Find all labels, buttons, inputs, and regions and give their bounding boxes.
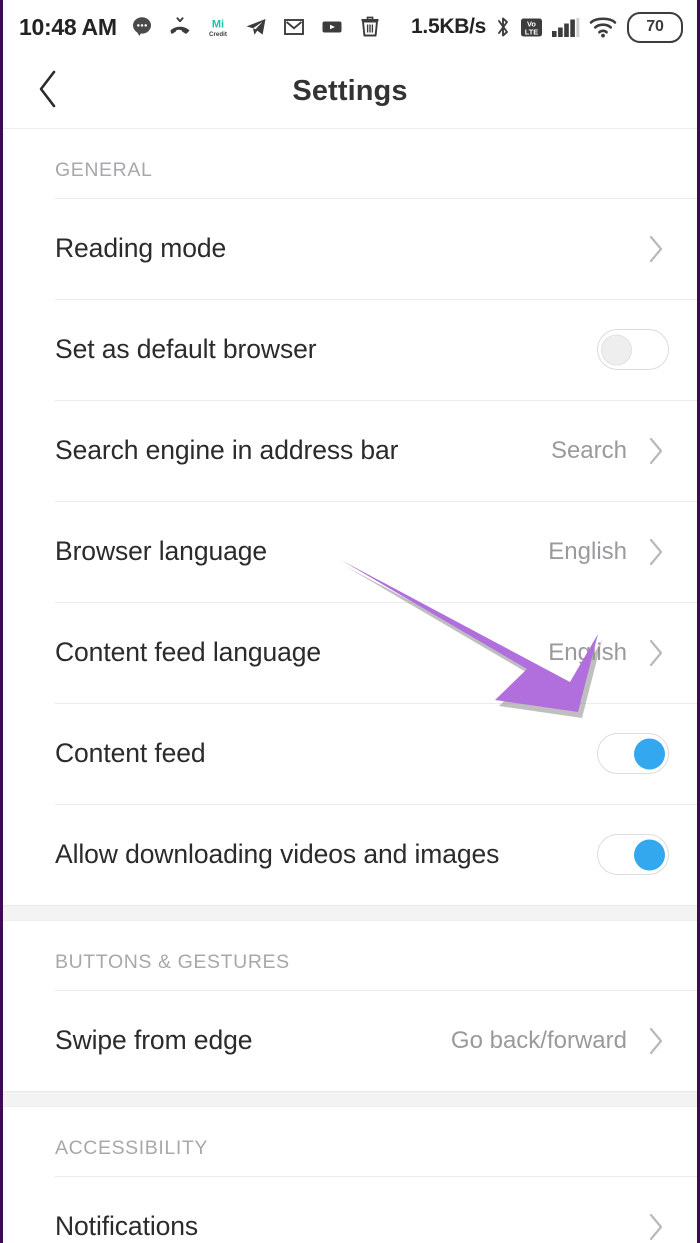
status-bar: 10:48 AM Mi Credit 1.5KB/s Vo LTE 70 <box>3 0 697 54</box>
mi-credit-icon: Mi Credit <box>205 14 231 40</box>
telegram-icon <box>243 14 269 40</box>
back-button[interactable] <box>25 68 71 114</box>
section-buttons-gestures: BUTTONS & GESTURES Swipe from edge Go ba… <box>3 921 697 1091</box>
phone-screen: 10:48 AM Mi Credit 1.5KB/s Vo LTE 70 Set… <box>0 0 700 1243</box>
row-search-engine-in-address-bar[interactable]: Search engine in address bar Search <box>3 400 697 501</box>
bluetooth-icon <box>494 14 512 40</box>
chevron-right-icon <box>643 434 669 468</box>
toggle-knob <box>634 738 665 769</box>
row-value: English <box>548 537 627 565</box>
status-bar-left: 10:48 AM Mi Credit <box>19 14 383 41</box>
content-feed-toggle[interactable] <box>597 733 669 774</box>
row-label: Notifications <box>55 1211 199 1242</box>
set-as-default-browser-toggle[interactable] <box>597 329 669 370</box>
cellular-signal-icon <box>551 14 581 40</box>
network-speed-label: 1.5KB/s <box>411 15 486 38</box>
chevron-right-icon <box>643 1210 669 1243</box>
row-swipe-from-edge[interactable]: Swipe from edge Go back/forward <box>3 990 697 1091</box>
svg-text:Mi: Mi <box>212 19 224 31</box>
row-reading-mode[interactable]: Reading mode <box>3 198 697 299</box>
chat-bubble-icon <box>129 14 155 40</box>
section-header-general: GENERAL <box>55 159 153 181</box>
row-allow-downloading-videos-and-images[interactable]: Allow downloading videos and images <box>3 804 697 905</box>
row-label: Set as default browser <box>55 334 317 365</box>
row-label: Search engine in address bar <box>55 435 399 466</box>
row-label: Swipe from edge <box>55 1025 253 1056</box>
missed-call-icon <box>167 14 193 40</box>
section-header-accessibility: ACCESSIBILITY <box>55 1137 209 1159</box>
gmail-icon <box>281 14 307 40</box>
trash-icon <box>357 14 383 40</box>
youtube-icon <box>319 14 345 40</box>
section-divider <box>3 1091 697 1107</box>
chevron-right-icon <box>643 535 669 569</box>
section-header-buttons-gestures: BUTTONS & GESTURES <box>55 951 290 973</box>
row-content-feed-language[interactable]: Content feed language English <box>3 602 697 703</box>
row-value: English <box>548 638 627 666</box>
section-accessibility: ACCESSIBILITY Notifications <box>3 1107 697 1243</box>
row-content-feed[interactable]: Content feed <box>3 703 697 804</box>
volte-icon: Vo LTE <box>519 14 544 40</box>
row-notifications[interactable]: Notifications <box>3 1176 697 1243</box>
app-bar: Settings <box>3 54 697 129</box>
row-value: Search <box>550 436 627 464</box>
chevron-right-icon <box>643 1024 669 1058</box>
battery-icon: 70 <box>627 11 683 43</box>
svg-text:LTE: LTE <box>525 27 538 36</box>
allow-downloading-toggle[interactable] <box>597 834 669 875</box>
status-bar-clock: 10:48 AM <box>19 13 117 40</box>
svg-text:Credit: Credit <box>209 31 227 38</box>
chevron-right-icon <box>643 636 669 670</box>
chevron-left-icon <box>35 67 61 116</box>
settings-list: GENERAL Reading mode Set as default brow… <box>3 129 697 1243</box>
section-general: GENERAL Reading mode Set as default brow… <box>3 129 697 905</box>
row-label: Reading mode <box>55 233 227 264</box>
battery-level-label: 70 <box>646 18 664 35</box>
toggle-knob <box>601 334 632 365</box>
row-label: Content feed <box>55 738 206 769</box>
toggle-knob <box>634 839 665 870</box>
chevron-right-icon <box>643 232 669 266</box>
status-bar-right: 1.5KB/s Vo LTE 70 <box>411 11 683 43</box>
row-value: Go back/forward <box>450 1026 627 1054</box>
row-set-as-default-browser[interactable]: Set as default browser <box>3 299 697 400</box>
row-label: Browser language <box>55 536 268 567</box>
row-browser-language[interactable]: Browser language English <box>3 501 697 602</box>
row-label: Content feed language <box>55 637 322 668</box>
row-label: Allow downloading videos and images <box>55 839 500 870</box>
page-title: Settings <box>292 74 408 107</box>
wifi-icon <box>588 14 618 40</box>
section-divider <box>3 905 697 921</box>
